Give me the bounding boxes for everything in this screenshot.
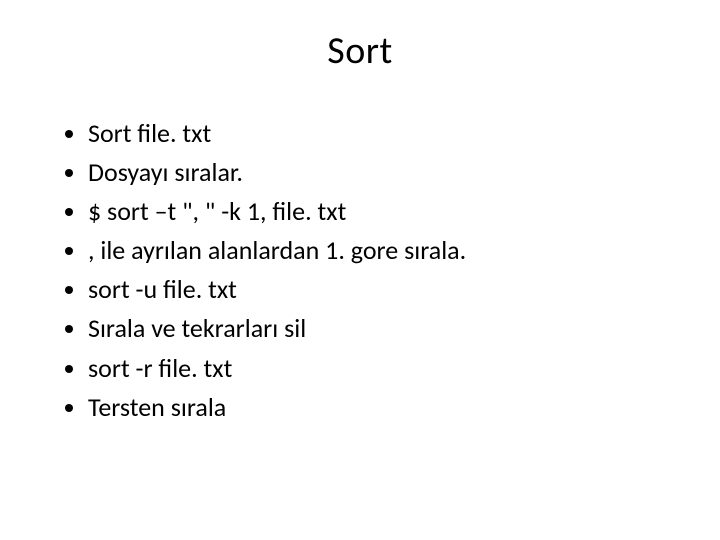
list-item: sort -u file. txt	[88, 270, 680, 309]
list-item: Sırala ve tekrarları sil	[88, 309, 680, 348]
list-item: , ile ayrılan alanlardan 1. gore sırala.	[88, 231, 680, 270]
bullet-list: Sort file. txt Dosyayı sıralar. $ sort –…	[40, 114, 680, 427]
list-item: Sort file. txt	[88, 114, 680, 153]
slide: Sort Sort file. txt Dosyayı sıralar. $ s…	[0, 0, 720, 540]
list-item: Dosyayı sıralar.	[88, 153, 680, 192]
list-item: Tersten sırala	[88, 388, 680, 427]
list-item: sort -r file. txt	[88, 349, 680, 388]
slide-title: Sort	[40, 28, 680, 74]
list-item: $ sort –t ", " -k 1, file. txt	[88, 192, 680, 231]
